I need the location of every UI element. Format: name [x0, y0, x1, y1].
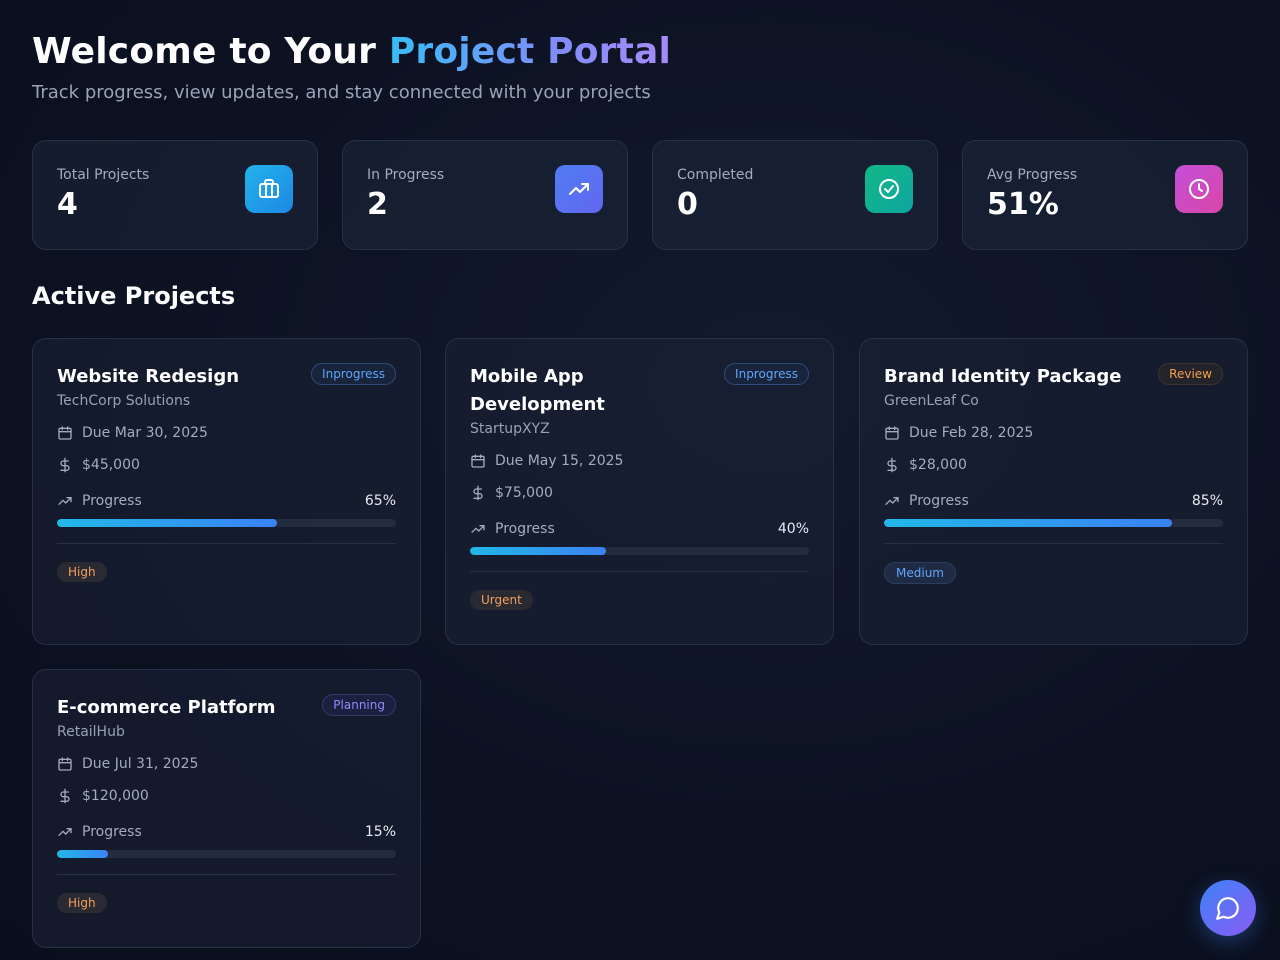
chat-button[interactable]: [1200, 880, 1256, 936]
project-title: Brand Identity Package: [884, 366, 1122, 387]
due-date: Due Feb 28, 2025: [909, 425, 1034, 441]
budget: $120,000: [82, 788, 149, 804]
stat-label: Completed: [677, 167, 754, 183]
budget-row: $45,000: [57, 457, 396, 473]
priority-badge: Urgent: [470, 590, 533, 610]
progress-row: Progress 85%: [884, 493, 1223, 509]
project-title: Website Redesign: [57, 366, 240, 387]
progress-percent: 65%: [364, 493, 396, 509]
dollar-icon: [473, 485, 483, 501]
progress-label: Progress: [495, 521, 555, 537]
section-title-active-projects: Active Projects: [32, 282, 236, 310]
trending-up-icon: [471, 525, 485, 533]
project-client: StartupXYZ: [470, 421, 550, 437]
budget: $28,000: [909, 457, 967, 473]
stat-card-total-projects: Total Projects 4: [32, 140, 318, 250]
status-badge: Review: [1158, 363, 1223, 385]
stat-value: 4: [57, 187, 78, 222]
budget-row: $28,000: [884, 457, 1223, 473]
project-card[interactable]: Website Redesign Inprogress TechCorp Sol…: [32, 338, 421, 645]
progress-fill: [57, 850, 108, 858]
stat-card-in-progress: In Progress 2: [342, 140, 628, 250]
stat-label: Total Projects: [57, 167, 150, 183]
page-subtitle: Track progress, view updates, and stay c…: [32, 82, 651, 103]
stat-value: 51%: [987, 187, 1059, 222]
dollar-icon: [60, 788, 70, 804]
stat-label: Avg Progress: [987, 167, 1078, 183]
dollar-icon: [60, 457, 70, 473]
due-date: Due May 15, 2025: [495, 453, 624, 469]
calendar-icon: [471, 454, 485, 468]
trending-up-icon: [58, 828, 72, 836]
project-card[interactable]: Brand Identity Package Review GreenLeaf …: [859, 338, 1248, 645]
progress-percent: 85%: [1191, 493, 1223, 509]
budget-row: $120,000: [57, 788, 396, 804]
progress-fill: [57, 519, 278, 527]
progress-bar: [57, 850, 396, 858]
stats-row: Total Projects 4 In Progress 2 Completed…: [32, 140, 1248, 250]
page-title-plain: Welcome to Your: [32, 31, 389, 72]
priority-badge: High: [57, 893, 107, 913]
chat-bubble-icon: [1216, 897, 1239, 920]
stat-label: In Progress: [367, 167, 445, 183]
progress-label: Progress: [82, 824, 142, 840]
stat-card-avg-progress: Avg Progress 51%: [962, 140, 1248, 250]
progress-bar: [470, 547, 809, 555]
dollar-icon: [887, 457, 897, 473]
page-title: Welcome to Your Project Portal: [32, 30, 1248, 74]
due-date-row: Due Feb 28, 2025: [884, 425, 1223, 441]
progress-label: Progress: [909, 493, 969, 509]
stat-value: 0: [677, 187, 698, 222]
budget-row: $75,000: [470, 485, 809, 501]
calendar-icon: [885, 426, 899, 440]
status-badge: Planning: [322, 694, 396, 716]
project-title: E-commerce Platform: [57, 697, 276, 718]
trending-up-icon: [58, 497, 72, 505]
clock-icon: [1175, 165, 1223, 213]
page-title-accent: Project Portal: [388, 31, 672, 72]
progress-bar: [884, 519, 1223, 527]
due-date: Due Jul 31, 2025: [82, 756, 199, 772]
project-card[interactable]: Mobile App Development Inprogress Startu…: [445, 338, 834, 645]
divider: [57, 543, 396, 544]
project-title: Mobile App Development: [470, 366, 605, 415]
progress-label: Progress: [82, 493, 142, 509]
trending-up-icon: [885, 497, 899, 505]
briefcase-icon: [245, 165, 293, 213]
priority-badge: High: [57, 562, 107, 582]
progress-row: Progress 40%: [470, 521, 809, 537]
project-portal-page: Welcome to Your Project Portal Track pro…: [32, 30, 1248, 948]
divider: [470, 571, 809, 572]
priority-badge: Medium: [884, 562, 956, 584]
stat-value: 2: [367, 187, 388, 222]
progress-row: Progress 65%: [57, 493, 396, 509]
due-date: Due Mar 30, 2025: [82, 425, 208, 441]
trending-up-icon: [555, 165, 603, 213]
divider: [884, 543, 1223, 544]
progress-fill: [470, 547, 606, 555]
progress-percent: 40%: [777, 521, 809, 537]
due-date-row: Due Jul 31, 2025: [57, 756, 396, 772]
divider: [57, 874, 396, 875]
project-client: TechCorp Solutions: [57, 393, 191, 409]
due-date-row: Due May 15, 2025: [470, 453, 809, 469]
progress-row: Progress 15%: [57, 824, 396, 840]
status-badge: Inprogress: [724, 363, 809, 385]
budget: $45,000: [82, 457, 140, 473]
calendar-icon: [58, 426, 72, 440]
due-date-row: Due Mar 30, 2025: [57, 425, 396, 441]
progress-bar: [57, 519, 396, 527]
calendar-icon: [58, 757, 72, 771]
budget: $75,000: [495, 485, 553, 501]
progress-fill: [884, 519, 1173, 527]
status-badge: Inprogress: [311, 363, 396, 385]
project-client: GreenLeaf Co: [884, 393, 979, 409]
progress-percent: 15%: [364, 824, 396, 840]
project-client: RetailHub: [57, 724, 125, 740]
check-circle-icon: [865, 165, 913, 213]
project-card[interactable]: E-commerce Platform Planning RetailHub D…: [32, 669, 421, 948]
stat-card-completed: Completed 0: [652, 140, 938, 250]
